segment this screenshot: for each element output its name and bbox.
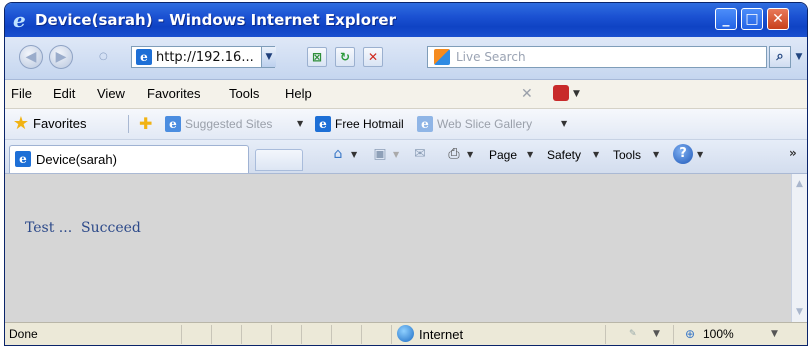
page-menu[interactable]: Page	[489, 147, 517, 163]
internet-zone-icon	[397, 325, 414, 342]
safety-menu[interactable]: Safety	[547, 147, 581, 163]
page-text: Test ... Succeed	[25, 220, 141, 236]
title-bar: e Device(sarah) - Windows Internet Explo…	[5, 3, 807, 37]
feeds-icon[interactable]: ▣	[371, 145, 389, 163]
chevron-down-icon[interactable]: ▼	[297, 117, 303, 131]
status-divider	[301, 325, 302, 344]
ie-link-icon: e	[165, 116, 181, 132]
status-divider	[181, 325, 182, 344]
zoom-icon[interactable]: ⊕	[685, 328, 695, 340]
favorites-star-icon: ★	[12, 113, 30, 134]
chevron-down-icon[interactable]: ▼	[561, 117, 567, 131]
tab-ie-icon: e	[15, 151, 31, 167]
favorites-link-suggested-sites[interactable]: Suggested Sites	[185, 116, 272, 132]
address-field[interactable]: e http://192.16...	[131, 46, 275, 68]
status-divider	[361, 325, 362, 344]
status-divider	[673, 325, 674, 344]
scroll-up-icon[interactable]: ▲	[792, 176, 807, 192]
chevron-down-icon[interactable]: ▼	[527, 149, 533, 161]
tab-label: Device(sarah)	[36, 152, 117, 167]
tab-device-sarah[interactable]: e Device(sarah)	[9, 145, 249, 173]
vertical-scrollbar[interactable]: ▲ ▼	[791, 174, 807, 322]
forward-button[interactable]: ▶	[49, 45, 73, 69]
menu-tools[interactable]: Tools	[229, 86, 259, 102]
help-icon[interactable]: ?	[673, 144, 693, 164]
menu-edit[interactable]: Edit	[53, 86, 75, 102]
tools-menu[interactable]: Tools	[613, 147, 641, 163]
favorites-button[interactable]: Favorites	[33, 116, 86, 132]
live-search-icon	[434, 49, 450, 65]
close-button[interactable]: ✕	[767, 8, 789, 30]
scroll-down-icon[interactable]: ▼	[792, 304, 807, 320]
status-text: Done	[9, 327, 38, 341]
chevron-down-icon[interactable]: ▼	[653, 149, 659, 161]
status-bar: Done Internet ✎ ▼ ⊕ 100% ▼	[5, 322, 807, 345]
ie-link-icon: e	[417, 116, 433, 132]
minimize-button[interactable]: _	[715, 8, 737, 30]
search-options-dropdown[interactable]: ▼	[793, 46, 805, 68]
add-to-favorites-icon[interactable]: ✚	[139, 114, 159, 134]
favorites-link-free-hotmail[interactable]: Free Hotmail	[335, 116, 404, 132]
close-toolbar-icon[interactable]: ✕	[521, 86, 535, 102]
page-content: Test ... Succeed	[5, 174, 791, 322]
status-divider	[211, 325, 212, 344]
chevron-down-icon[interactable]: ▼	[573, 86, 580, 102]
security-zone: Internet	[419, 327, 464, 342]
stop-icon[interactable]: ✕	[363, 47, 383, 67]
recent-pages-dropdown[interactable]: ○	[99, 52, 109, 62]
tab-bar: e Device(sarah) ⌂ ▼ ▣ ▼ ✉ ⎙ ▼ Page ▼ Saf…	[5, 140, 807, 174]
zoom-level[interactable]: 100%	[703, 327, 734, 342]
print-icon[interactable]: ⎙	[445, 145, 463, 163]
window-title: Device(sarah) - Windows Internet Explore…	[35, 11, 396, 29]
chevron-down-icon[interactable]: ▼	[393, 149, 399, 161]
status-divider	[331, 325, 332, 344]
chevron-down-icon[interactable]: ▼	[467, 149, 473, 161]
address-dropdown-button[interactable]: ▼	[261, 47, 276, 67]
menu-help[interactable]: Help	[285, 86, 312, 102]
refresh-icon[interactable]: ↻	[335, 47, 355, 67]
menu-favorites[interactable]: Favorites	[147, 86, 200, 102]
menu-view[interactable]: View	[97, 86, 125, 102]
status-divider	[605, 325, 606, 344]
protected-mode-icon[interactable]: ✎	[629, 328, 637, 340]
chevron-down-icon[interactable]: ▼	[697, 149, 703, 161]
favorites-link-web-slice-gallery[interactable]: Web Slice Gallery	[437, 116, 532, 132]
status-divider	[241, 325, 242, 344]
search-field[interactable]: Live Search	[427, 46, 767, 68]
menu-file[interactable]: File	[11, 86, 32, 102]
divider	[128, 115, 129, 133]
chevron-down-icon[interactable]: ▼	[653, 328, 660, 340]
new-tab-button[interactable]	[255, 149, 303, 171]
search-button[interactable]: ⌕	[769, 46, 791, 68]
more-commands-icon[interactable]: »	[789, 146, 797, 160]
maximize-button[interactable]: □	[741, 8, 763, 30]
ie-logo-icon: e	[13, 8, 26, 32]
page-icon: e	[136, 49, 152, 65]
status-divider	[391, 325, 392, 344]
mail-icon[interactable]: ✉	[411, 145, 429, 163]
chevron-down-icon[interactable]: ▼	[351, 149, 357, 161]
favorites-bar: ★ Favorites ✚ e Suggested Sites ▼ e Free…	[5, 109, 807, 140]
browser-window: e Device(sarah) - Windows Internet Explo…	[4, 2, 808, 346]
address-bar: ◀ ▶ ○ e http://192.16... ▼ ⊠ ↻ ✕ Live Se…	[5, 37, 807, 80]
address-text: http://192.16...	[156, 50, 254, 65]
compatibility-icon[interactable]: ⊠	[307, 47, 327, 67]
menu-bar: File Edit View Favorites Tools Help ✕ ▼	[5, 80, 807, 109]
status-divider	[271, 325, 272, 344]
chevron-down-icon[interactable]: ▼	[771, 328, 778, 340]
ie-link-icon: e	[315, 116, 331, 132]
back-button[interactable]: ◀	[19, 45, 43, 69]
search-placeholder: Live Search	[456, 50, 526, 64]
home-icon[interactable]: ⌂	[329, 145, 347, 163]
chevron-down-icon[interactable]: ▼	[593, 149, 599, 161]
toolbar-tools-icon[interactable]	[553, 85, 569, 101]
